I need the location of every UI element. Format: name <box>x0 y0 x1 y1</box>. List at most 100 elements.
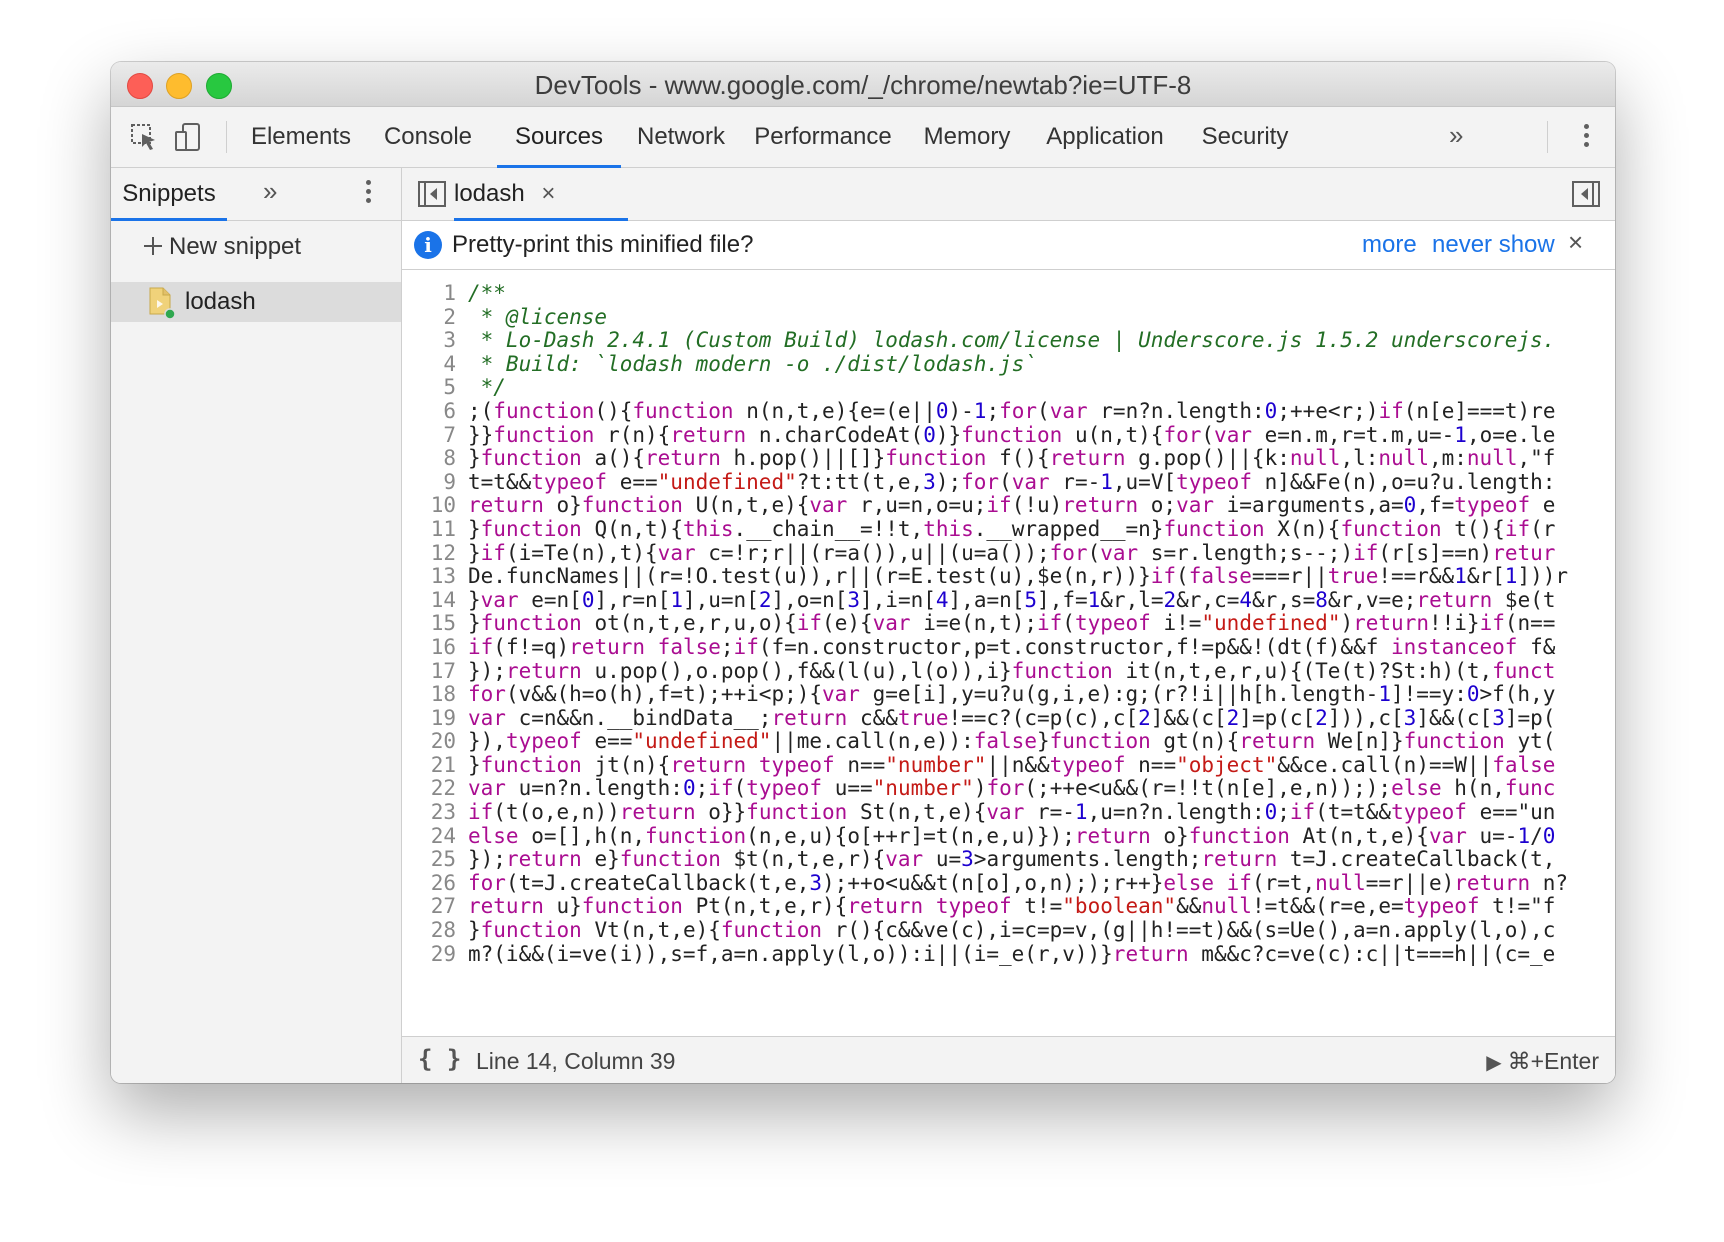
code-token: return <box>1416 587 1493 612</box>
code-token: 1 <box>670 587 683 612</box>
code-token: var <box>822 682 860 707</box>
code-editor[interactable]: 1 2 3 4 5 6 7 8 9 10 11 12 13 14 15 16 17 18 19 20 21 22 23 24 2… <box>402 270 1615 1036</box>
sidebar-header: Snippets » <box>111 168 401 221</box>
code-line: t=t&&typeof e=="undefined"?t:tt(t,e,3);f… <box>468 469 1615 495</box>
code-token: &r,c= <box>1176 587 1240 612</box>
code-token: (;++e<u&&(r=!!t(n[e],e,n));); <box>1024 776 1392 801</box>
code-line: });return u.pop(),o.pop(),f&&(l(u),l(o))… <box>468 659 1615 684</box>
code-token: r,u=n,o=u; <box>847 493 987 518</box>
code-token: if <box>1479 611 1505 636</box>
more-sidebar-tabs-icon[interactable]: » <box>263 176 277 207</box>
code-line: var u=n?n.length:0;if(typeof u=="number"… <box>468 777 1615 801</box>
more-link[interactable]: more <box>1362 231 1417 259</box>
code-token: ,m: <box>1428 446 1467 471</box>
code-token: o=[],h(n, <box>518 823 646 848</box>
code-token: function <box>1188 823 1290 848</box>
code-token: for <box>468 870 506 895</box>
customize-menu-icon[interactable] <box>1584 124 1590 151</box>
tab-snippets[interactable]: Snippets <box>111 168 227 221</box>
code-line: }function a(){return h.pop()||[]}functio… <box>468 446 1615 471</box>
toggle-navigator-icon[interactable] <box>418 181 446 207</box>
code-line: }}function r(n){return n.charCodeAt(0)}f… <box>468 422 1615 448</box>
tab-memory[interactable]: Memory <box>917 107 1017 167</box>
run-shortcut-label: ⌘+Enter <box>1507 1048 1599 1074</box>
code-token: ==r||e) <box>1365 870 1455 895</box>
editor-tab-lodash[interactable]: lodash × <box>454 168 628 221</box>
code-token: if <box>1289 800 1316 825</box>
code-token: We[n]} <box>1315 729 1404 754</box>
line-number: 26 <box>430 870 456 895</box>
more-tabs-icon[interactable]: » <box>1449 120 1463 151</box>
tab-elements[interactable]: Elements <box>245 107 357 167</box>
code-token: "undefined" <box>632 729 772 754</box>
code-token: t=t&& <box>468 469 532 494</box>
code-content[interactable]: /** * @license * Lo-Dash 2.4.1 (Custom B… <box>468 282 1615 966</box>
line-number: 11 <box>430 516 456 541</box>
code-token: function <box>493 422 595 447</box>
code-token: for <box>986 776 1025 801</box>
toggle-debugger-icon[interactable] <box>1572 181 1600 207</box>
code-token: n]&&Fe(n),o=u?u.length: <box>1251 469 1556 494</box>
never-show-link[interactable]: never show <box>1432 231 1555 259</box>
sidebar-menu-icon[interactable] <box>366 180 372 207</box>
code-line: }if(i=Te(n),t){var c=!r;r||(r=a()),u||(u… <box>468 540 1615 566</box>
code-token: .__chain__=!!t, <box>733 516 924 541</box>
cursor-position: Line 14, Column 39 <box>476 1048 676 1074</box>
code-token: o} <box>1150 823 1189 848</box>
devtools-window: DevTools - www.google.com/_/chrome/newta… <box>111 62 1615 1083</box>
close-tab-icon[interactable]: × <box>541 180 555 207</box>
tab-performance[interactable]: Performance <box>753 107 893 167</box>
code-token: >f(h,y <box>1479 682 1556 707</box>
close-infobar-icon[interactable]: × <box>1568 227 1583 258</box>
tab-console[interactable]: Console <box>379 107 477 167</box>
pretty-print-button[interactable]: { } <box>418 1045 461 1073</box>
code-token: function <box>746 800 848 825</box>
tab-network[interactable]: Network <box>631 107 731 167</box>
code-token: return <box>505 847 582 872</box>
code-token: ( <box>1087 540 1101 565</box>
code-token: ]))r <box>1517 564 1569 589</box>
code-token: u} <box>543 894 582 919</box>
code-token: 0 <box>581 587 595 612</box>
code-token: ( <box>1176 564 1189 589</box>
code-line: /** <box>468 282 1615 306</box>
device-toolbar-icon[interactable] <box>173 122 203 152</box>
code-token: 2 <box>1163 587 1177 612</box>
code-token: !=t&&(r=e,e= <box>1251 894 1404 919</box>
tab-sources[interactable]: Sources <box>497 107 621 168</box>
code-token: f& <box>1517 634 1556 659</box>
new-snippet-button[interactable]: New snippet <box>143 233 301 261</box>
tab-application[interactable]: Application <box>1039 107 1171 167</box>
code-token: s=r.length;s--;) <box>1138 540 1354 565</box>
code-token: (n,e,u){o[++r]=t(n,e,u)}); <box>746 823 1075 848</box>
code-token: function <box>720 918 823 943</box>
code-token: (f=n.constructor,p=t.constructor,f!=p&&!… <box>758 634 1391 659</box>
tab-security[interactable]: Security <box>1193 107 1297 167</box>
code-token: (r=t, <box>1251 870 1316 895</box>
code-token: 1 <box>1074 800 1088 825</box>
info-icon: i <box>414 231 442 259</box>
play-icon: ▶ <box>1486 1052 1502 1074</box>
code-token: ;( <box>468 398 494 423</box>
code-token: "number" <box>872 776 974 801</box>
code-token: i!= <box>1150 611 1202 636</box>
code-token: ,o=e.le <box>1466 422 1556 447</box>
code-token: typeof <box>531 469 608 494</box>
editor-tab-bar: lodash × <box>402 168 1615 221</box>
code-token: instanceof <box>1391 634 1518 659</box>
code-token: (t=J.createCallback(t,e, <box>505 870 810 895</box>
inspect-element-icon[interactable] <box>129 122 159 152</box>
code-token: );++o<u&&t(n[o],o,n););r++} <box>822 870 1164 895</box>
snippet-item-lodash[interactable]: lodash <box>111 282 401 322</box>
code-token: !==r&& <box>1378 564 1455 589</box>
code-token: function <box>581 493 683 518</box>
code-token: for <box>1163 422 1202 447</box>
code-token: 1 <box>1454 422 1467 447</box>
code-token: for <box>468 682 506 707</box>
code-token: ,f= <box>1416 493 1455 518</box>
code-token: (n== <box>1504 611 1556 636</box>
line-number: 2 <box>443 304 456 329</box>
code-token: !!i} <box>1428 611 1480 636</box>
run-snippet-button[interactable]: ▶ ⌘+Enter <box>1486 1048 1599 1075</box>
code-token: */ <box>468 375 506 400</box>
